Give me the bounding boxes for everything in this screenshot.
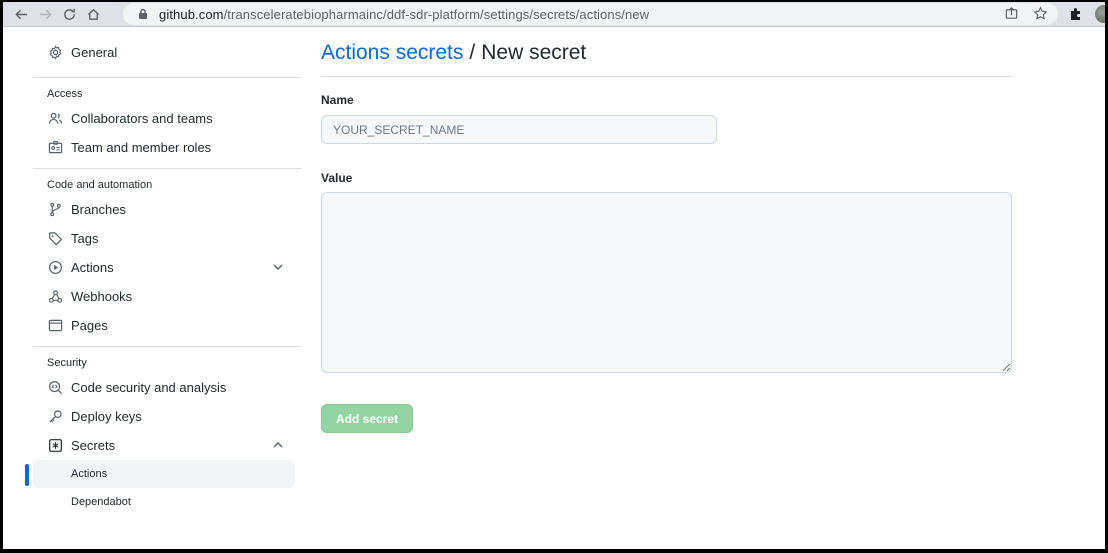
url-text: github.com/transceleratebiopharmainc/ddf… [159,7,649,22]
sidebar-subitem-label: Dependabot [71,496,131,508]
main-content: Actions secrets / New secret Name Value … [321,38,1012,433]
browser-window: github.com/transceleratebiopharmainc/ddf… [3,2,1105,549]
sidebar-item-label: Branches [71,202,126,217]
tag-icon [47,231,63,247]
back-icon[interactable] [9,3,33,25]
page-title-text: New secret [481,41,587,64]
sidebar-divider [33,77,301,78]
asterisk-box-icon [47,438,63,454]
url-host: github.com [159,6,224,22]
chevron-down-icon[interactable] [271,260,285,274]
page-title: Actions secrets / New secret [321,38,1011,68]
play-circle-icon [47,260,63,276]
gear-icon [47,45,63,61]
sidebar-item-label: Team and member roles [71,140,212,155]
sidebar-item-label: Pages [71,318,108,333]
add-secret-button[interactable]: Add secret [321,404,413,433]
codescan-icon [47,380,63,396]
url-path: /transceleratebiopharmainc/ddf-sdr-platf… [223,6,650,22]
address-bar[interactable]: github.com/transceleratebiopharmainc/ddf… [123,3,1058,25]
breadcrumb-separator: / [469,41,476,64]
sidebar-divider [33,346,301,347]
sidebar-item-label: Webhooks [71,289,133,304]
sidebar-item-label: Actions [71,260,114,275]
webhook-icon [47,289,63,305]
share-icon[interactable] [1004,6,1019,21]
id-badge-icon [47,140,63,156]
chevron-up-icon[interactable] [271,438,285,452]
sidebar-item-general[interactable]: General [33,38,295,67]
reload-icon[interactable] [57,3,81,25]
sidebar-item-team-roles[interactable]: Team and member roles [33,133,295,162]
key-icon [47,409,63,425]
secret-name-input[interactable] [321,115,717,144]
sidebar-item-label: Code security and analysis [71,380,227,395]
name-label: Name [321,93,354,107]
bookmark-star-icon[interactable] [1033,6,1048,21]
sidebar-subitem-label: Actions [71,468,108,480]
forward-icon[interactable] [33,3,57,25]
toolbar-divider [3,26,1105,27]
sidebar-subitem-dependabot[interactable]: Dependabot [33,488,295,516]
sidebar-item-tags[interactable]: Tags [33,224,295,253]
sidebar-item-label: Collaborators and teams [71,111,213,126]
sidebar-item-label: Deploy keys [71,409,142,424]
sidebar-heading-access: Access [47,88,83,100]
breadcrumb-actions-secrets[interactable]: Actions secrets [321,41,463,65]
sidebar-item-secrets[interactable]: Secrets [33,431,295,460]
browser-toolbar: github.com/transceleratebiopharmainc/ddf… [3,2,1105,26]
sidebar-item-label: Tags [71,231,99,246]
browser-window-icon [47,318,63,334]
lock-icon [139,8,147,19]
sidebar-item-collaborators[interactable]: Collaborators and teams [33,104,295,133]
sidebar-divider [33,168,301,169]
title-divider [321,76,1011,77]
sidebar-item-pages[interactable]: Pages [33,311,295,340]
value-label: Value [321,171,353,185]
sidebar-item-webhooks[interactable]: Webhooks [33,282,295,311]
home-icon[interactable] [81,3,105,25]
profile-avatar[interactable] [1095,5,1105,23]
sidebar-item-branches[interactable]: Branches [33,195,295,224]
sidebar-heading-security: Security [47,357,87,369]
sidebar-item-deploy-keys[interactable]: Deploy keys [33,402,295,431]
sidebar-item-code-security[interactable]: Code security and analysis [33,373,295,402]
sidebar-item-label: General [71,45,118,60]
extensions-icon[interactable] [1068,6,1084,22]
people-icon [47,111,63,127]
sidebar-heading-code-automation: Code and automation [47,179,153,191]
sidebar-item-actions[interactable]: Actions [33,253,295,282]
secret-value-textarea[interactable] [321,192,1012,373]
git-branch-icon [47,202,63,218]
sidebar-subitem-actions[interactable]: Actions [25,460,295,488]
settings-sidebar: General Access Collaborators and teams T… [25,38,301,516]
sidebar-item-label: Secrets [71,438,116,453]
